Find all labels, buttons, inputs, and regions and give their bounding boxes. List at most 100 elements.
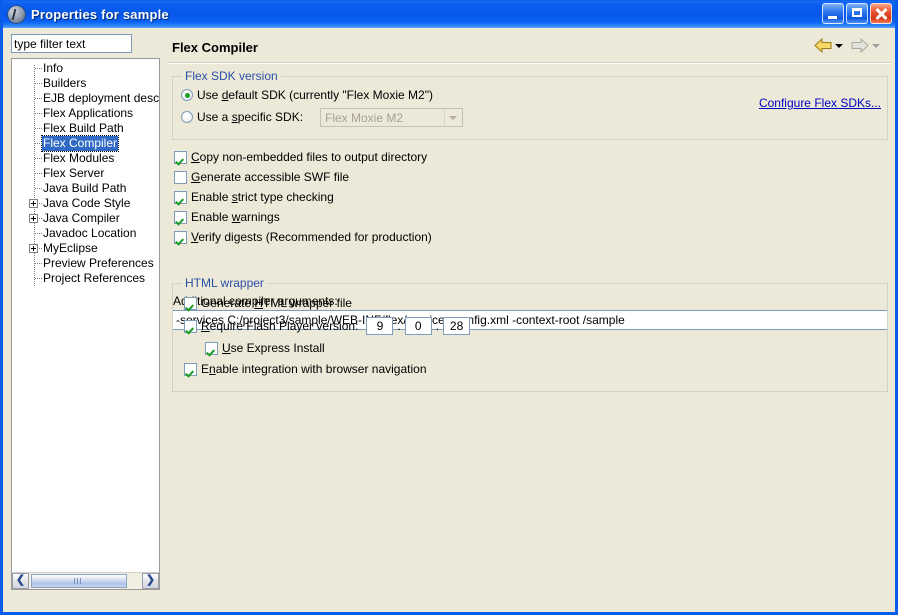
sidebar-item-builders[interactable]: Builders [12, 76, 159, 91]
sidebar-item-label: MyEclipse [43, 241, 98, 255]
back-arrow-icon[interactable] [814, 38, 832, 53]
checkbox-label: Verify digests (Recommended for producti… [191, 230, 432, 244]
sidebar-item-java-build-path[interactable]: Java Build Path [12, 181, 159, 196]
tree-line-icon [35, 173, 42, 174]
tree-line-icon [39, 218, 42, 219]
checkbox-label: Enable strict type checking [191, 190, 334, 204]
sidebar-item-project-references[interactable]: Project References [12, 271, 159, 286]
group-title-html-wrapper: HTML wrapper [182, 276, 267, 290]
sidebar-item-label: Flex Applications [43, 106, 134, 120]
sidebar-item-label: Builders [43, 76, 87, 90]
flash-version-minor-input[interactable] [404, 317, 432, 335]
radio-icon[interactable] [181, 89, 193, 101]
sidebar-item-label: Java Build Path [43, 181, 127, 195]
expand-plus-icon[interactable] [29, 244, 38, 253]
checkbox-icon[interactable] [205, 341, 218, 355]
radio-label: Use default SDK (currently "Flex Moxie M… [197, 88, 433, 102]
checkbox-enable-warnings[interactable]: Enable warnings [174, 210, 280, 224]
checkbox-use-express-install[interactable]: Use Express Install [205, 341, 325, 355]
tree-line-icon [35, 113, 42, 114]
tree-line-icon [35, 98, 42, 99]
checkbox-icon[interactable] [174, 170, 187, 184]
sidebar-item-label: EJB deployment desc [43, 91, 159, 105]
version-separator: . [397, 319, 401, 333]
radio-icon[interactable] [181, 111, 193, 123]
tree-line-icon [35, 233, 42, 234]
back-dropdown-caret-icon[interactable] [835, 43, 843, 48]
checkbox-label: Copy non-embedded files to output direct… [191, 150, 428, 164]
checkbox-icon[interactable] [184, 319, 197, 333]
sidebar-item-java-compiler[interactable]: Java Compiler [12, 211, 159, 226]
settings-pane: Flex Compiler Flex SDK version Use defau… [168, 28, 891, 562]
window-controls [822, 3, 892, 24]
html-wrapper-group: HTML wrapper Generate HTML wrapper file … [172, 276, 888, 392]
sidebar-item-label: Flex Server [43, 166, 105, 180]
sidebar-item-javadoc-location[interactable]: Javadoc Location [12, 226, 159, 241]
checkbox-icon[interactable] [174, 190, 187, 204]
forward-arrow-icon [851, 38, 869, 53]
checkbox-label: Enable warnings [191, 210, 280, 224]
sidebar-item-flex-server[interactable]: Flex Server [12, 166, 159, 181]
navigation-arrows [814, 38, 885, 53]
group-title-sdk: Flex SDK version [182, 69, 281, 83]
flash-version-major-input[interactable] [366, 317, 394, 335]
sidebar-item-java-code-style[interactable]: Java Code Style [12, 196, 159, 211]
sidebar-item-label: Flex Modules [43, 151, 115, 165]
flash-version-revision-input[interactable] [443, 317, 471, 335]
checkbox-icon[interactable] [174, 230, 187, 244]
checkbox-enable-strict-type-checking[interactable]: Enable strict type checking [174, 190, 334, 204]
expand-plus-icon[interactable] [29, 214, 38, 223]
sidebar-item-preview-preferences[interactable]: Preview Preferences [12, 256, 159, 271]
version-separator: . [435, 319, 440, 333]
checkbox-require-flash-player-version[interactable]: Require Flash Player version: . . [184, 317, 471, 335]
checkbox-generate-html-wrapper[interactable]: Generate HTML wrapper file [184, 296, 352, 310]
expand-plus-icon[interactable] [29, 199, 38, 208]
sidebar-item-label: Project References [43, 271, 146, 285]
radio-use-default-sdk[interactable]: Use default SDK (currently "Flex Moxie M… [181, 88, 433, 102]
sidebar-item-flex-applications[interactable]: Flex Applications [12, 106, 159, 121]
tree-line-icon [35, 278, 42, 279]
tree-line-icon [35, 128, 42, 129]
search-input[interactable] [11, 34, 132, 53]
sidebar-item-myeclipse[interactable]: MyEclipse [12, 241, 159, 256]
sidebar-item-label: Preview Preferences [43, 256, 154, 270]
sidebar-item-label: Javadoc Location [43, 226, 137, 240]
checkbox-verify-digests[interactable]: Verify digests (Recommended for producti… [174, 230, 432, 244]
configure-flex-sdks-link[interactable]: Configure Flex SDKs... [759, 96, 881, 110]
checkbox-icon[interactable] [184, 362, 197, 376]
tree-line-icon [35, 143, 42, 144]
sdk-select-value: Flex Moxie M2 [325, 110, 404, 125]
checkbox-label: Use Express Install [222, 341, 325, 355]
sidebar-item-label: Flex Build Path [43, 121, 124, 135]
tree-line-icon [35, 188, 42, 189]
checkbox-copy-non-embedded[interactable]: Copy non-embedded files to output direct… [174, 150, 427, 164]
preference-tree: Info Builders EJB deployment desc Flex A… [12, 61, 159, 286]
sidebar-item-label: Java Code Style [43, 196, 131, 210]
checkbox-generate-accessible-swf[interactable]: Generate accessible SWF file [174, 170, 349, 184]
close-icon[interactable] [870, 3, 892, 24]
minimize-icon[interactable] [822, 3, 844, 24]
tree-line-icon [35, 263, 42, 264]
sidebar-item-flex-modules[interactable]: Flex Modules [12, 151, 159, 166]
checkbox-label: Generate HTML wrapper file [201, 296, 352, 310]
window-title: Properties for sample [31, 6, 169, 22]
checkbox-icon[interactable] [184, 296, 197, 310]
sidebar-item-label: Info [43, 61, 64, 75]
checkbox-label: Generate accessible SWF file [191, 170, 350, 184]
checkbox-enable-browser-navigation[interactable]: Enable integration with browser navigati… [184, 362, 427, 376]
dialog-footer: Restore Defaults Apply ? OK Cancel [3, 562, 886, 612]
radio-label: Use a specific SDK: [197, 110, 304, 124]
app-circle-icon [8, 5, 25, 23]
checkbox-label: Require Flash Player version: [201, 319, 359, 333]
checkbox-icon[interactable] [174, 150, 187, 164]
maximize-icon[interactable] [846, 3, 868, 24]
sidebar-item-info[interactable]: Info [12, 61, 159, 76]
radio-use-specific-sdk[interactable]: Use a specific SDK: [181, 110, 303, 124]
checkbox-label: Enable integration with browser navigati… [201, 362, 427, 376]
sidebar-item-ejb-deployment-descriptor[interactable]: EJB deployment desc [12, 91, 159, 106]
sidebar-item-flex-build-path[interactable]: Flex Build Path [12, 121, 159, 136]
sdk-select[interactable]: Flex Moxie M2 [320, 108, 463, 127]
chevron-down-icon[interactable] [444, 109, 462, 126]
checkbox-icon[interactable] [174, 210, 187, 224]
sidebar-item-flex-compiler[interactable]: Flex Compiler [12, 135, 159, 152]
